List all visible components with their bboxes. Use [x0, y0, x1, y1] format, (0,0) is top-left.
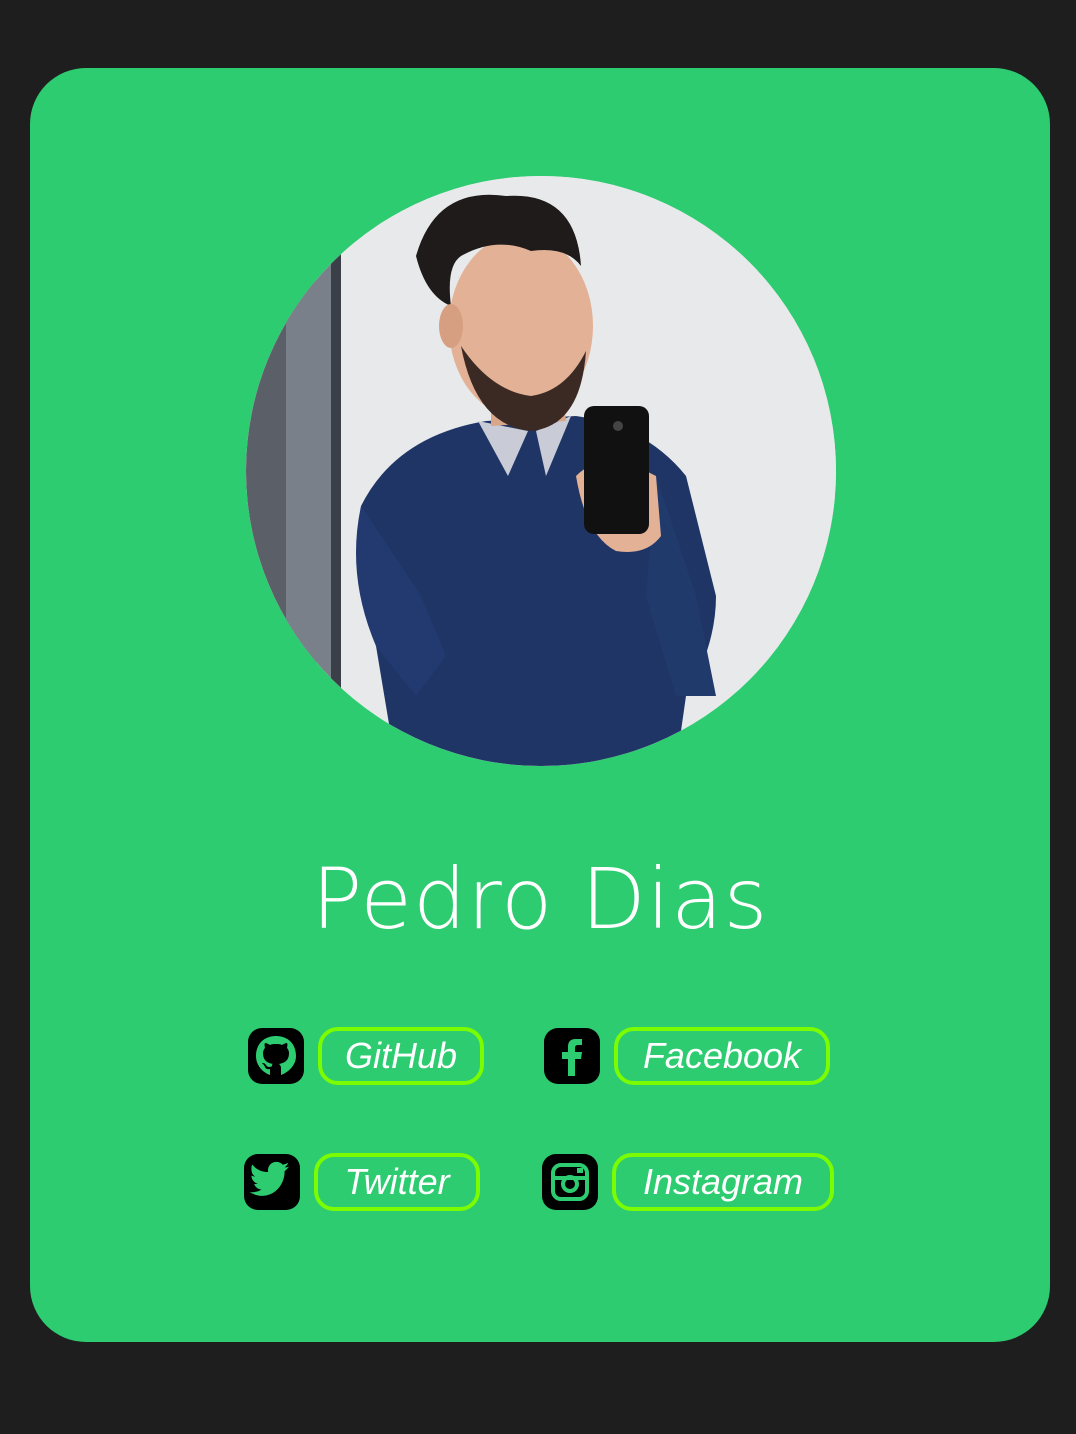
- github-icon: [246, 1026, 306, 1086]
- avatar: [246, 176, 836, 766]
- instagram-button[interactable]: Instagram: [612, 1153, 834, 1211]
- facebook-icon: [542, 1026, 602, 1086]
- github-button[interactable]: GitHub: [318, 1027, 484, 1085]
- facebook-link[interactable]: Facebook: [542, 1026, 830, 1086]
- instagram-link[interactable]: Instagram: [540, 1152, 834, 1212]
- twitter-button[interactable]: Twitter: [314, 1153, 480, 1211]
- profile-photo: [246, 176, 836, 766]
- profile-card: Pedro Dias GitHub Facebook Twitter Insta…: [30, 68, 1050, 1342]
- twitter-link[interactable]: Twitter: [242, 1152, 480, 1212]
- github-link[interactable]: GitHub: [246, 1026, 484, 1086]
- twitter-icon: [242, 1152, 302, 1212]
- facebook-button[interactable]: Facebook: [614, 1027, 830, 1085]
- instagram-icon: [540, 1152, 600, 1212]
- profile-name: Pedro Dias: [311, 850, 769, 948]
